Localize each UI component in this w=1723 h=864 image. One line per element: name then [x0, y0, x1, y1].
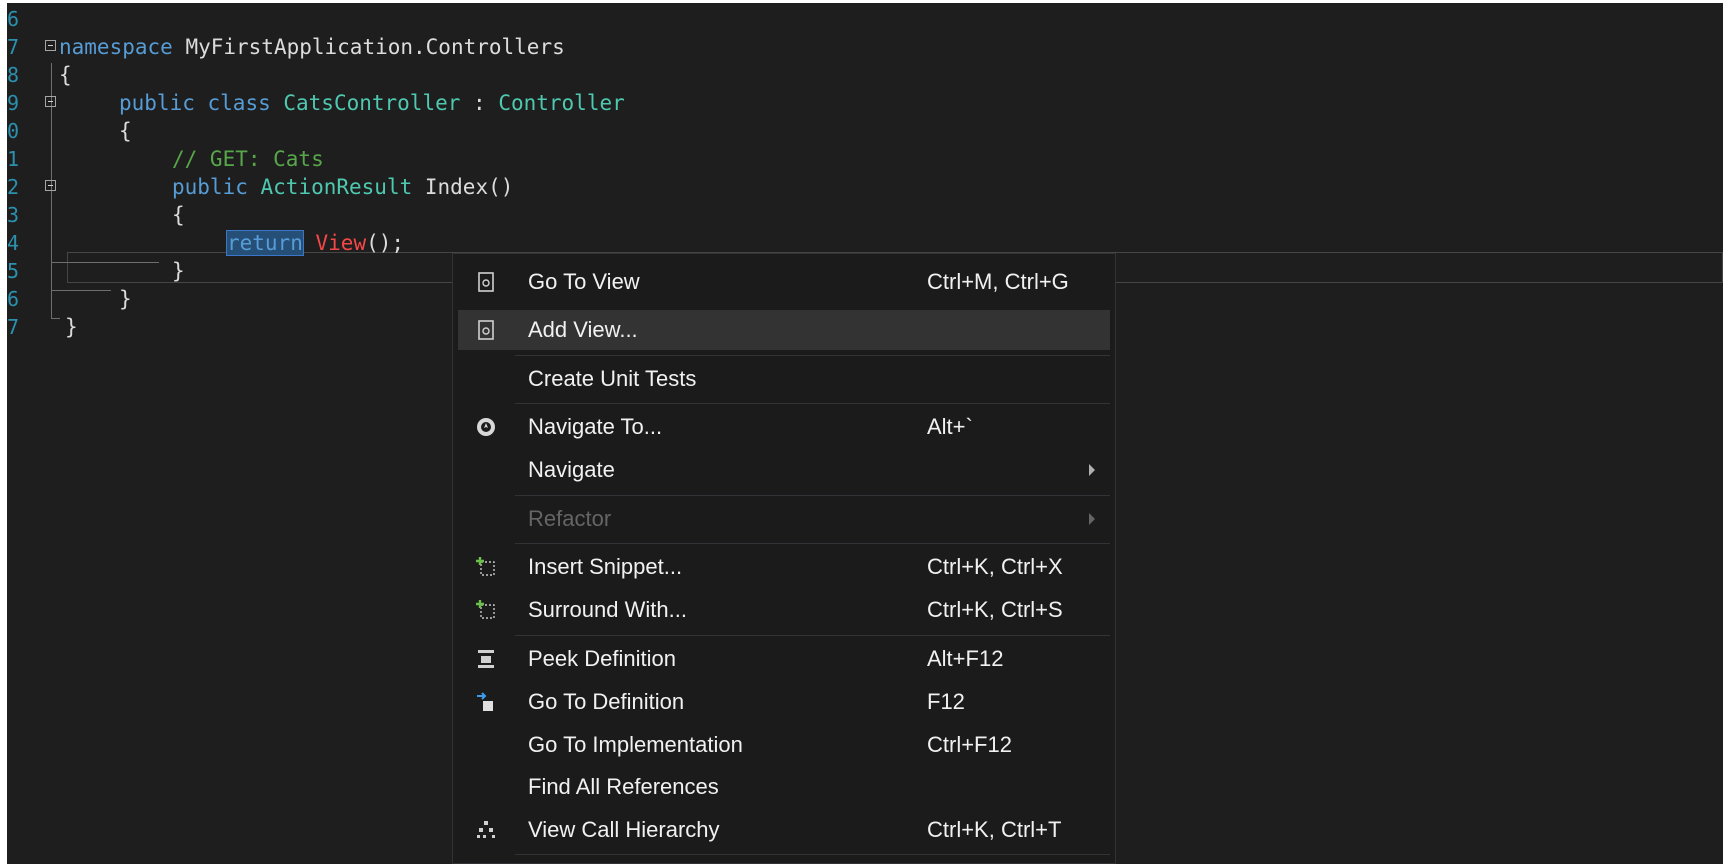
surround-with-icon	[475, 599, 497, 621]
identifier: Index()	[412, 175, 514, 199]
line-number: 7	[7, 35, 20, 59]
line-number: 8	[7, 63, 20, 87]
line-number: 5	[7, 259, 20, 283]
menu-item-shortcut: Ctrl+K, Ctrl+S	[927, 597, 1063, 622]
type-name: Controller	[498, 91, 625, 115]
insert-snippet-icon	[475, 556, 497, 578]
collapse-namespace-icon[interactable]	[45, 40, 56, 51]
menu-item-go-to-view[interactable]: Go To View Ctrl+M, Ctrl+G	[458, 262, 1110, 302]
menu-item-shortcut: Ctrl+M, Ctrl+G	[927, 269, 1069, 294]
line-number: 9	[7, 91, 20, 115]
line-number: 2	[7, 175, 20, 199]
menu-item-navigate-to[interactable]: Navigate To... Alt+`	[458, 407, 1110, 447]
menu-separator	[515, 403, 1110, 404]
line-number: 1	[7, 147, 20, 171]
line-number: 6	[7, 287, 20, 311]
code-line[interactable]: 0 {	[7, 115, 1723, 146]
code-line[interactable]: 7 namespace MyFirstApplication.Controlle…	[7, 31, 1723, 62]
code-text: {	[172, 203, 185, 227]
code-line[interactable]: 8 {	[7, 59, 1723, 90]
menu-item-peek-definition[interactable]: Peek Definition Alt+F12	[458, 639, 1110, 679]
line-number: 7	[7, 315, 20, 339]
menu-item-shortcut: Ctrl+K, Ctrl+T	[927, 817, 1062, 842]
go-to-definition-icon	[475, 691, 497, 713]
menu-item-shortcut: F12	[927, 689, 965, 714]
menu-item-refactor: Refactor	[458, 499, 1110, 539]
menu-item-label: Insert Snippet...	[528, 554, 683, 579]
menu-separator	[515, 495, 1110, 496]
punctuation: ();	[366, 231, 405, 255]
menu-item-label: Navigate To...	[528, 414, 663, 439]
line-number: 4	[7, 231, 20, 255]
menu-item-go-to-definition[interactable]: Go To Definition F12	[458, 682, 1110, 722]
code-line[interactable]: 6	[7, 3, 1723, 34]
code-text: public class CatsController : Controller	[119, 93, 625, 114]
menu-item-shortcut: Ctrl+K, Ctrl+X	[927, 554, 1063, 579]
code-line[interactable]: 2 public ActionResult Index()	[7, 171, 1723, 202]
type-name: ActionResult	[260, 175, 413, 199]
code-text: {	[59, 63, 72, 87]
menu-item-navigate[interactable]: Navigate	[458, 450, 1110, 490]
code-line[interactable]: 9 public class CatsController : Controll…	[7, 87, 1723, 118]
call-hierarchy-icon	[475, 819, 497, 841]
menu-item-add-view[interactable]: Add View...	[458, 310, 1110, 350]
menu-item-label: View Call Hierarchy	[528, 817, 720, 842]
menu-item-label: Peek Definition	[528, 646, 676, 671]
code-text: public ActionResult Index()	[172, 177, 513, 198]
collapse-method-icon[interactable]	[45, 180, 56, 191]
type-name: CatsController	[270, 91, 461, 115]
menu-item-label: Find All References	[528, 774, 719, 799]
menu-item-shortcut: Ctrl+F12	[927, 732, 1012, 757]
code-comment: // GET: Cats	[172, 147, 324, 171]
keyword: namespace	[59, 35, 173, 59]
menu-item-label: Refactor	[528, 506, 612, 531]
menu-item-shortcut: Alt+F12	[927, 646, 1004, 671]
submenu-arrow-icon	[1089, 464, 1095, 476]
line-number: 0	[7, 119, 20, 143]
menu-item-label: Create Unit Tests	[528, 366, 697, 391]
menu-item-view-call-hierarchy[interactable]: View Call Hierarchy Ctrl+K, Ctrl+T	[458, 810, 1110, 850]
code-text: namespace MyFirstApplication.Controllers	[59, 37, 565, 58]
keyword: public	[119, 91, 195, 115]
menu-separator	[515, 355, 1110, 356]
menu-item-create-unit-tests[interactable]: Create Unit Tests	[458, 359, 1110, 399]
punctuation: :	[460, 91, 499, 115]
keyword: public	[172, 175, 248, 199]
view-page-icon	[475, 271, 497, 293]
line-number: 3	[7, 203, 20, 227]
code-text: }	[172, 259, 185, 283]
code-text: return View();	[226, 230, 405, 256]
menu-separator	[515, 854, 1110, 855]
menu-item-label: Go To Implementation	[528, 732, 743, 757]
code-line[interactable]: 3 {	[7, 199, 1723, 230]
menu-item-label: Go To Definition	[528, 689, 685, 714]
keyword: class	[207, 91, 271, 115]
code-text: }	[65, 315, 78, 339]
menu-separator	[515, 543, 1110, 544]
menu-item-insert-snippet[interactable]: Insert Snippet... Ctrl+K, Ctrl+X	[458, 547, 1110, 587]
context-menu: Go To View Ctrl+M, Ctrl+G Add View... Cr…	[452, 253, 1116, 864]
menu-item-label: Surround With...	[528, 597, 687, 622]
line-number: 6	[7, 7, 20, 31]
selected-keyword[interactable]: return	[226, 230, 304, 256]
menu-separator	[515, 635, 1110, 636]
menu-item-find-all-references[interactable]: Find All References	[458, 767, 1110, 807]
peek-definition-icon	[475, 648, 497, 670]
submenu-arrow-icon	[1089, 513, 1095, 525]
view-page-icon	[475, 319, 497, 341]
menu-item-label: Go To View	[528, 269, 640, 294]
code-text: {	[119, 119, 132, 143]
code-line[interactable]: 1 // GET: Cats	[7, 143, 1723, 174]
menu-item-surround-with[interactable]: Surround With... Ctrl+K, Ctrl+S	[458, 590, 1110, 630]
code-text: }	[119, 287, 132, 311]
menu-item-go-to-implementation[interactable]: Go To Implementation Ctrl+F12	[458, 725, 1110, 765]
navigate-compass-icon	[475, 416, 497, 438]
method-call[interactable]: View	[316, 231, 367, 255]
menu-item-label: Navigate	[528, 457, 615, 482]
identifier: MyFirstApplication.Controllers	[172, 35, 565, 59]
menu-item-label: Add View...	[528, 317, 638, 342]
collapse-class-icon[interactable]	[45, 96, 56, 107]
menu-item-shortcut: Alt+`	[927, 414, 973, 439]
